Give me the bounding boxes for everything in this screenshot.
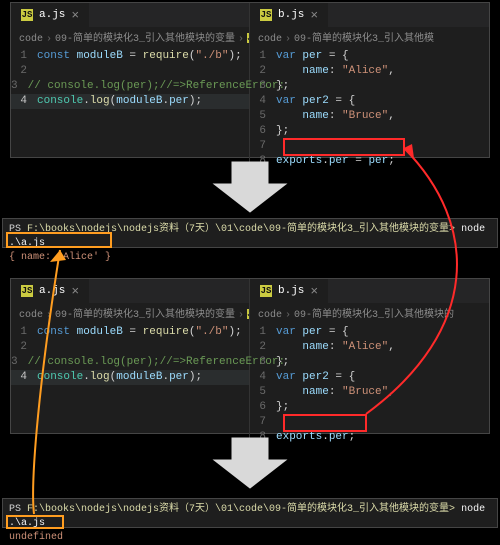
editor-top: JS a.js × code›09-简单的模块化3_引入其他模块的变量›JSa.… bbox=[10, 2, 490, 158]
tab-a-js[interactable]: JS a.js × bbox=[11, 3, 89, 27]
code-line[interactable]: 1const moduleB = require("./b"); bbox=[11, 325, 249, 340]
code-line[interactable]: 4console.log(moduleB.per); bbox=[11, 94, 249, 109]
code-line[interactable]: 5 name: "Bruce", bbox=[250, 109, 489, 124]
prompt-path: F:\books\nodejs\nodejs资料（7天）\01\code\09-… bbox=[27, 504, 455, 515]
down-arrow-icon bbox=[212, 160, 288, 214]
tab-bar: JS a.js × bbox=[11, 279, 249, 303]
code-line[interactable]: 4console.log(moduleB.per); bbox=[11, 370, 249, 385]
terminal-result: { name: 'Alice' } bbox=[9, 251, 491, 265]
code-area-a-bottom[interactable]: 1const moduleB = require("./b");23// con… bbox=[11, 323, 249, 391]
code-line[interactable]: 7 bbox=[250, 415, 489, 430]
code-line[interactable]: 4var per2 = { bbox=[250, 94, 489, 109]
code-line[interactable]: 6}; bbox=[250, 124, 489, 139]
breadcrumb: code›09-简单的模块化3_引入其他模块的变量›JSa.js›... bbox=[11, 27, 249, 47]
code-line[interactable]: 5 name: "Bruce", bbox=[250, 385, 489, 400]
prompt-prefix: PS bbox=[9, 224, 27, 235]
close-icon[interactable]: × bbox=[71, 284, 79, 299]
code-line[interactable]: 4var per2 = { bbox=[250, 370, 489, 385]
js-icon: JS bbox=[21, 285, 33, 297]
code-line[interactable]: 2 bbox=[11, 340, 249, 355]
terminal-line: PS F:\books\nodejs\nodejs资料（7天）\01\code\… bbox=[9, 503, 491, 531]
js-icon: JS bbox=[21, 9, 33, 21]
breadcrumb: code›09-简单的模块化3_引入其他模块的变量›JSa.js›... bbox=[11, 303, 249, 323]
down-arrow-icon bbox=[212, 436, 288, 490]
pane-b-bottom: JS b.js × code›09-简单的模块化3_引入其他模块的 1var p… bbox=[250, 279, 489, 451]
code-line[interactable]: 1const moduleB = require("./b"); bbox=[11, 49, 249, 64]
close-icon[interactable]: × bbox=[71, 8, 79, 23]
code-line[interactable]: 7 bbox=[250, 139, 489, 154]
prompt-prefix: PS bbox=[9, 504, 27, 515]
prompt-path: F:\books\nodejs\nodejs资料（7天）\01\code\09-… bbox=[27, 224, 455, 235]
code-line[interactable]: 3// console.log(per);//=>ReferenceError: bbox=[11, 79, 249, 94]
code-line[interactable]: 1var per = { bbox=[250, 49, 489, 64]
code-line[interactable]: 6}; bbox=[250, 400, 489, 415]
breadcrumb: code›09-简单的模块化3_引入其他模 bbox=[250, 27, 489, 47]
tab-bar: JS b.js × bbox=[250, 279, 489, 303]
code-line[interactable]: 3}; bbox=[250, 79, 489, 94]
code-line[interactable]: 2 name: "Alice", bbox=[250, 64, 489, 79]
tab-label: b.js bbox=[278, 285, 304, 297]
editor-bottom: JS a.js × code›09-简单的模块化3_引入其他模块的变量›JSa.… bbox=[10, 278, 490, 434]
code-area-b-bottom[interactable]: 1var per = {2 name: "Alice",3};4var per2… bbox=[250, 323, 489, 451]
tab-label: b.js bbox=[278, 9, 304, 21]
tab-label: a.js bbox=[39, 285, 65, 297]
terminal-output-bottom[interactable]: PS F:\books\nodejs\nodejs资料（7天）\01\code\… bbox=[2, 498, 498, 528]
code-line[interactable]: 2 bbox=[11, 64, 249, 79]
pane-b-top: JS b.js × code›09-简单的模块化3_引入其他模 1var per… bbox=[250, 3, 489, 175]
terminal-line: PS F:\books\nodejs\nodejs资料（7天）\01\code\… bbox=[9, 223, 491, 251]
code-area-b-top[interactable]: 1var per = {2 name: "Alice",3};4var per2… bbox=[250, 47, 489, 175]
code-line[interactable]: 2 name: "Alice", bbox=[250, 340, 489, 355]
tab-label: a.js bbox=[39, 9, 65, 21]
tab-a-js[interactable]: JS a.js × bbox=[11, 279, 89, 303]
code-area-a-top[interactable]: 1const moduleB = require("./b");23// con… bbox=[11, 47, 249, 115]
breadcrumb: code›09-简单的模块化3_引入其他模块的 bbox=[250, 303, 489, 323]
js-icon: JS bbox=[260, 9, 272, 21]
tab-b-js[interactable]: JS b.js × bbox=[250, 3, 328, 27]
terminal-result: undefined bbox=[9, 531, 491, 545]
close-icon[interactable]: × bbox=[310, 284, 318, 299]
close-icon[interactable]: × bbox=[310, 8, 318, 23]
tab-bar: JS b.js × bbox=[250, 3, 489, 27]
terminal-output-top[interactable]: PS F:\books\nodejs\nodejs资料（7天）\01\code\… bbox=[2, 218, 498, 248]
pane-a-top: JS a.js × code›09-简单的模块化3_引入其他模块的变量›JSa.… bbox=[11, 3, 250, 175]
code-line[interactable]: 3}; bbox=[250, 355, 489, 370]
pane-a-bottom: JS a.js × code›09-简单的模块化3_引入其他模块的变量›JSa.… bbox=[11, 279, 250, 451]
tab-bar: JS a.js × bbox=[11, 3, 249, 27]
code-line[interactable]: 3// console.log(per);//=>ReferenceError: bbox=[11, 355, 249, 370]
tab-b-js[interactable]: JS b.js × bbox=[250, 279, 328, 303]
code-line[interactable]: 1var per = { bbox=[250, 325, 489, 340]
js-icon: JS bbox=[260, 285, 272, 297]
